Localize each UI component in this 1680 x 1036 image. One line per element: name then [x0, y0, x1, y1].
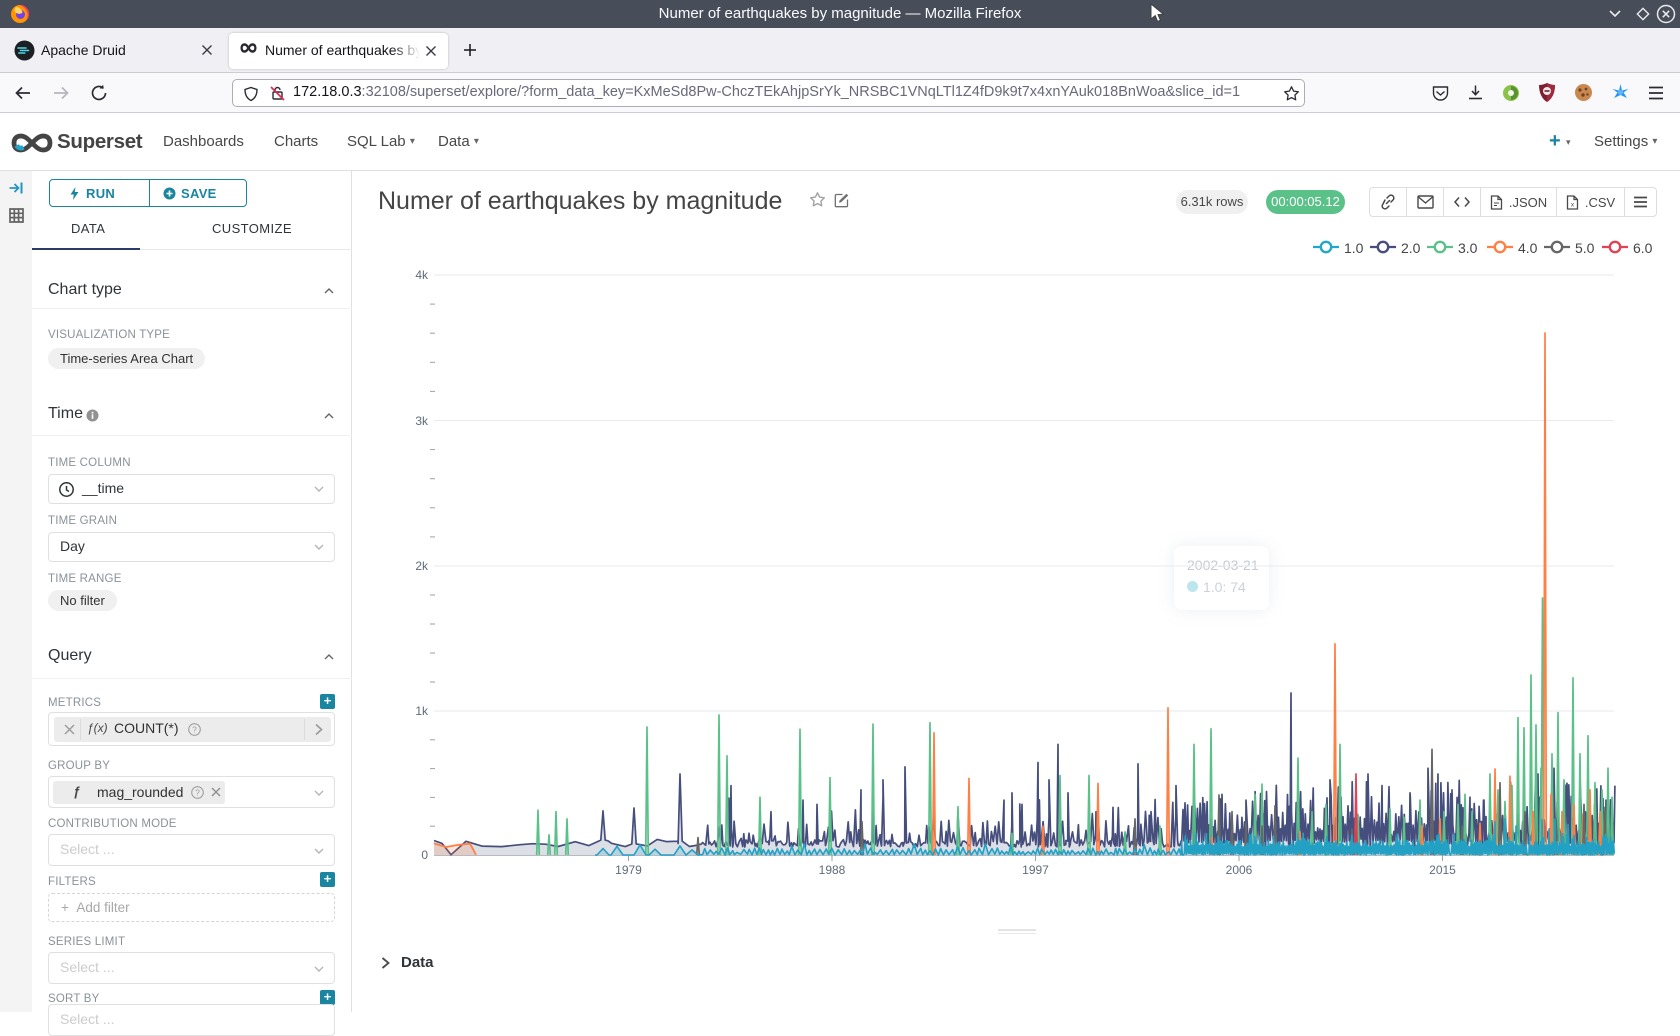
- svg-text:?: ?: [192, 724, 197, 734]
- svg-text:x: x: [1571, 201, 1575, 208]
- svg-text:?: ?: [195, 787, 200, 797]
